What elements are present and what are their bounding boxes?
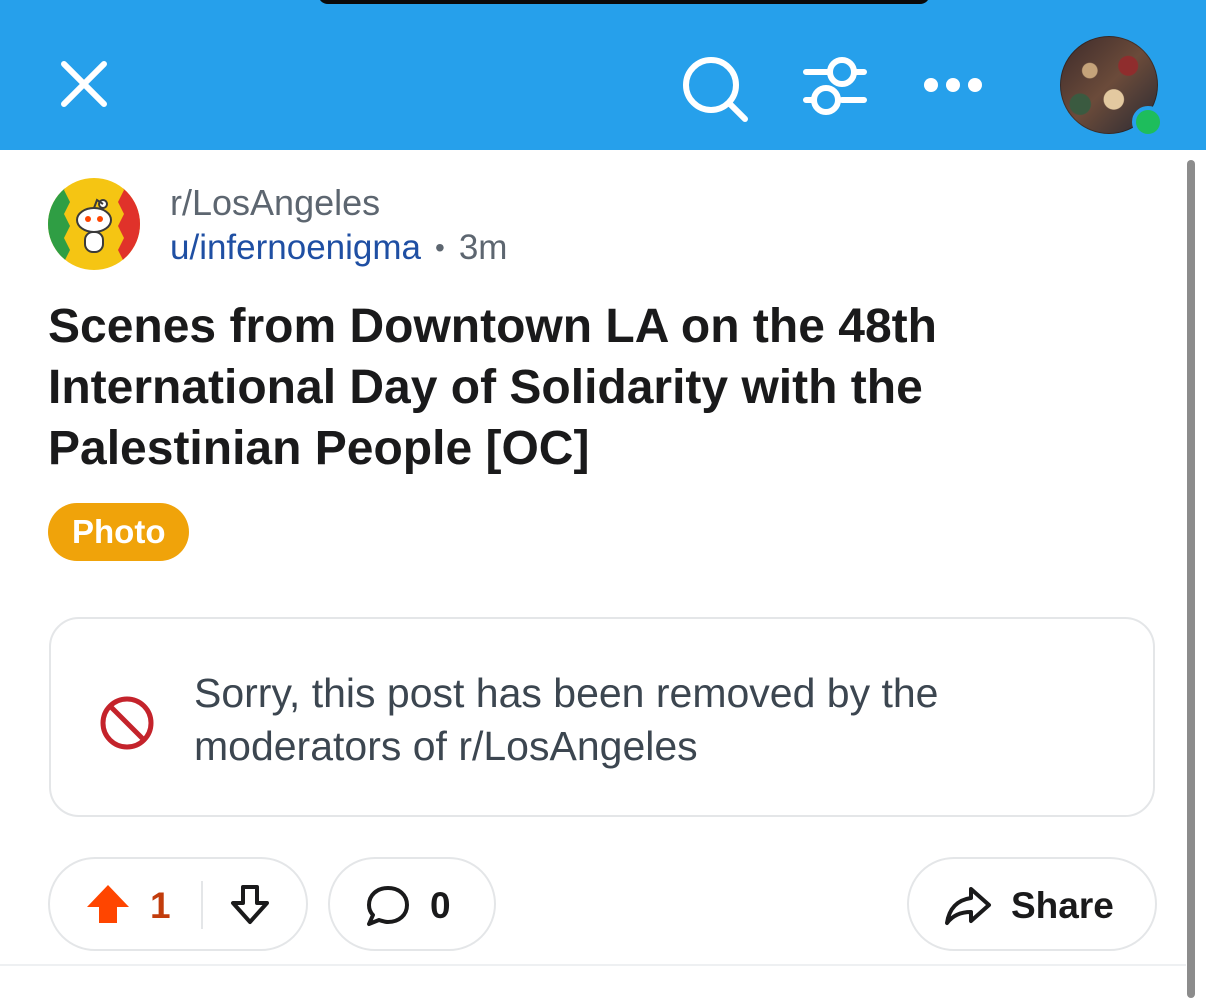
post-divider (0, 964, 1186, 966)
downvote-icon[interactable] (226, 881, 274, 929)
device-notch (318, 0, 930, 4)
vote-divider (201, 881, 203, 929)
comment-count: 0 (430, 885, 451, 926)
share-button[interactable]: Share (907, 857, 1157, 951)
vote-count: 1 (150, 885, 171, 926)
prohibited-icon (97, 693, 157, 753)
subreddit-name[interactable]: r/LosAngeles (170, 182, 380, 224)
share-icon (943, 883, 993, 929)
online-status-indicator (1132, 106, 1164, 138)
share-label: Share (1011, 885, 1114, 926)
user-avatar-button[interactable] (1060, 36, 1164, 138)
post-flair[interactable]: Photo (48, 503, 190, 561)
scrollbar[interactable] (1187, 160, 1195, 998)
sliders-icon[interactable] (800, 54, 870, 118)
post-meta: u/infernoenigma • 3m (170, 228, 507, 268)
upvote-icon[interactable] (84, 881, 132, 929)
search-icon[interactable] (680, 54, 752, 126)
comments-button[interactable]: 0 (328, 857, 496, 951)
vote-control: 1 (48, 857, 308, 951)
removed-notice-text: Sorry, this post has been removed by the… (194, 670, 939, 769)
removed-notice: Sorry, this post has been removed by the… (49, 617, 1155, 817)
post-age: 3m (458, 228, 508, 267)
meta-separator: • (435, 232, 445, 263)
post-title[interactable]: Scenes from Downtown LA on the 48th Inte… (48, 296, 1048, 479)
close-icon[interactable] (52, 52, 116, 116)
more-horizontal-icon[interactable] (922, 72, 984, 98)
author-link[interactable]: u/infernoenigma (170, 228, 421, 268)
subreddit-avatar[interactable] (48, 178, 140, 270)
comment-icon (364, 883, 412, 929)
top-app-bar (0, 0, 1206, 150)
